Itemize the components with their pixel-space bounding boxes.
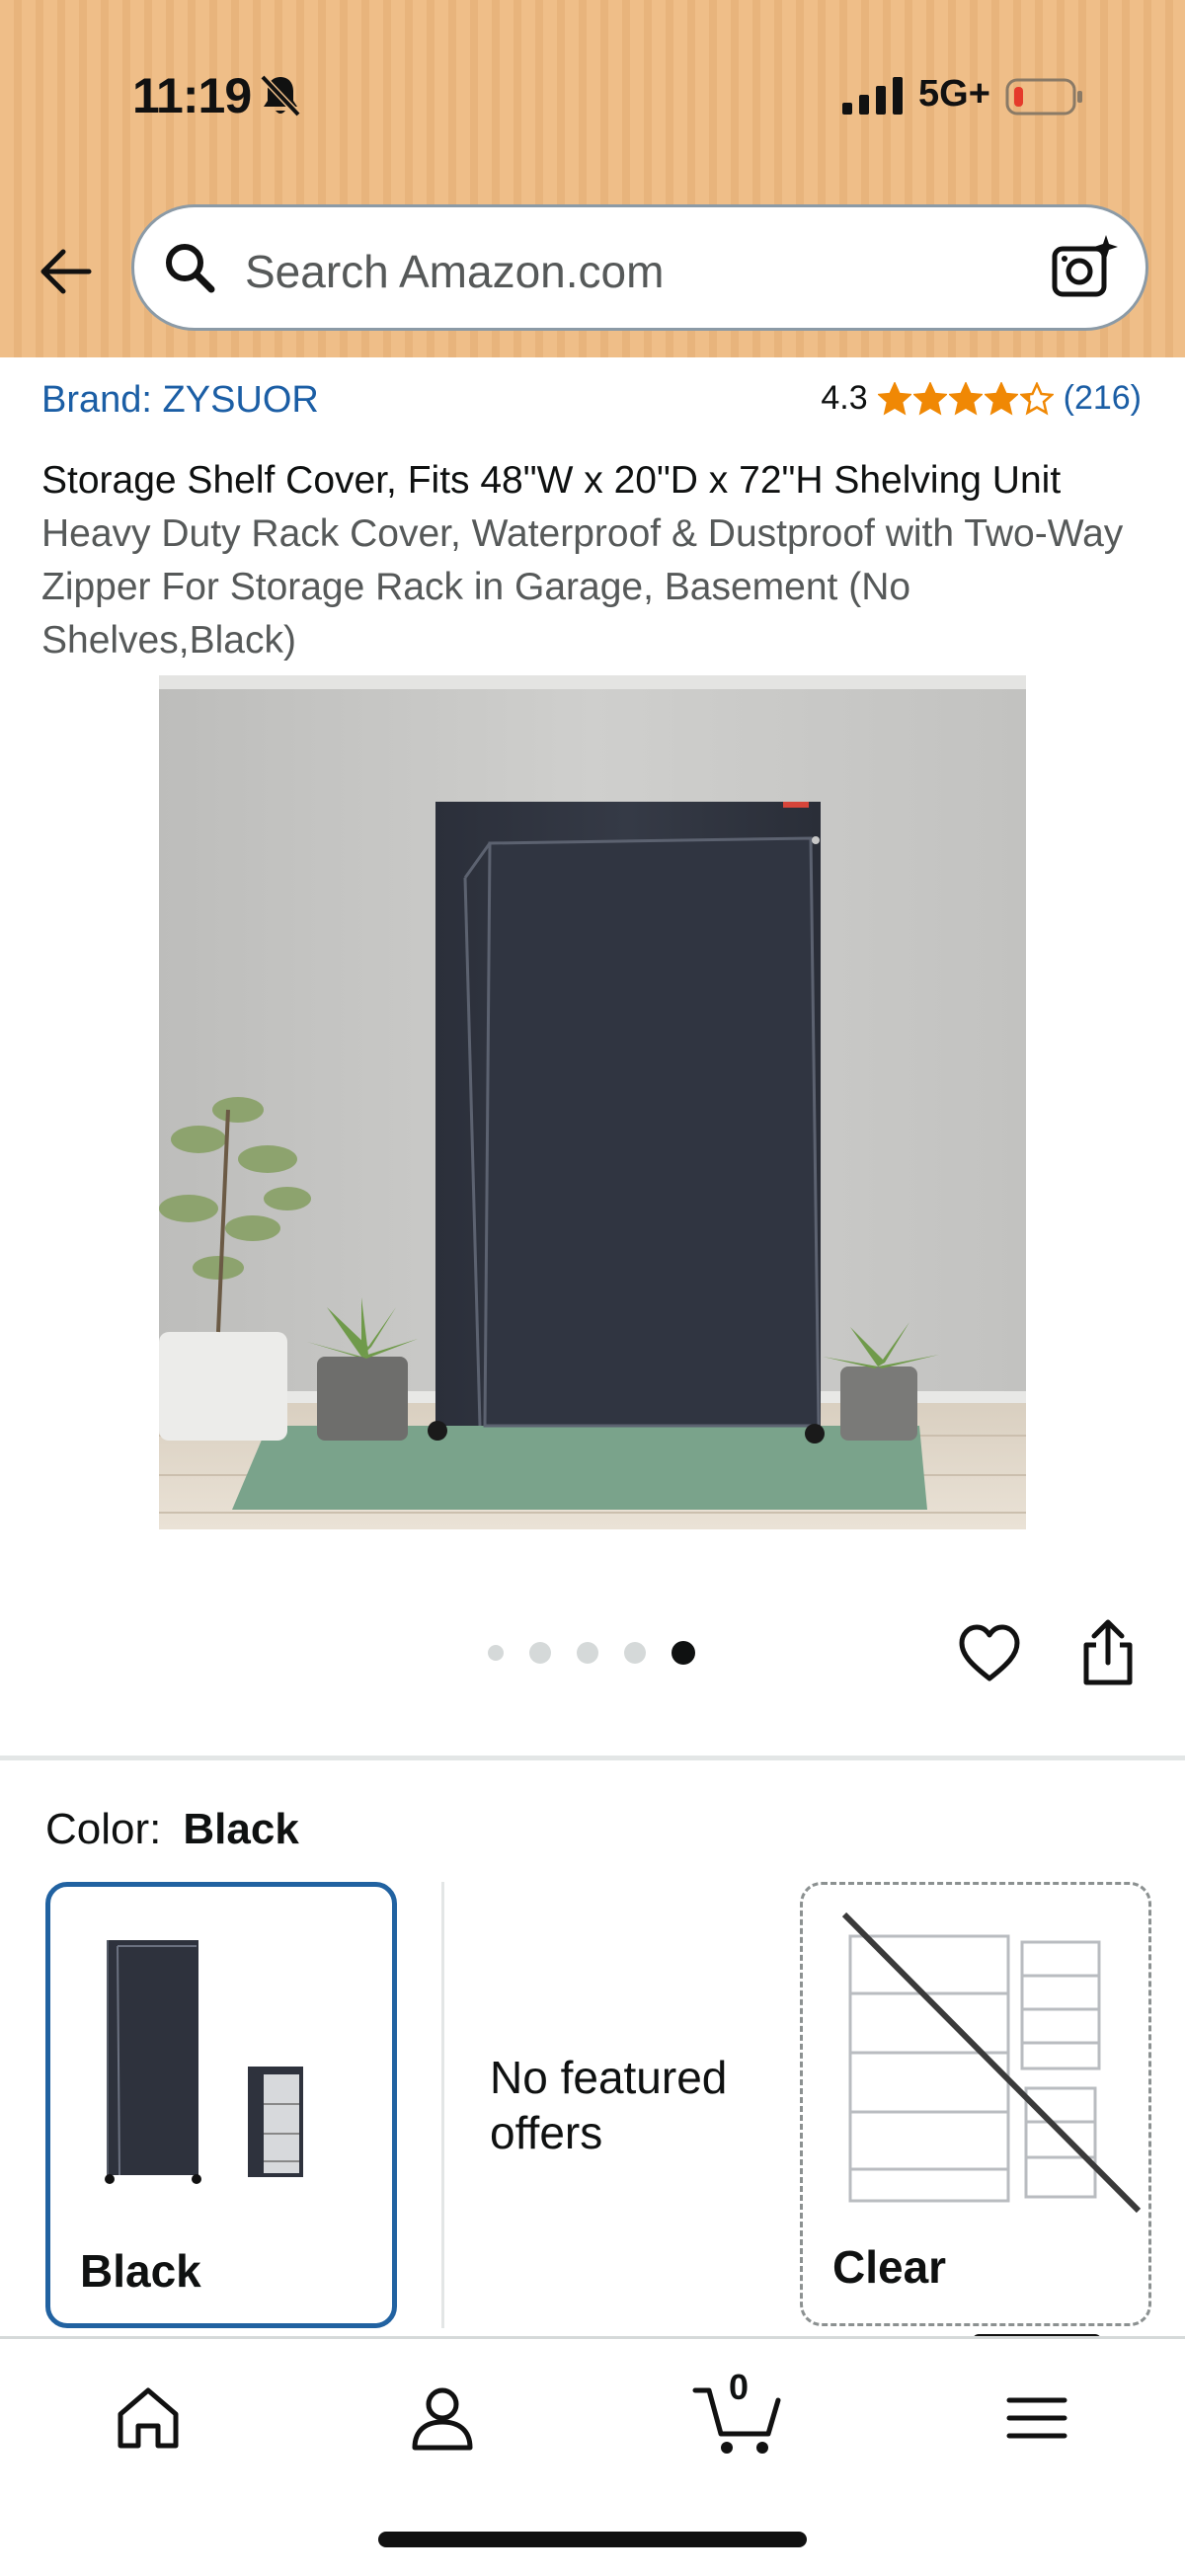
rating-count-link[interactable]: (216): [1064, 379, 1142, 418]
carousel-dots[interactable]: [488, 1641, 695, 1665]
status-time: 11:19: [132, 68, 252, 123]
share-icon[interactable]: [1078, 1619, 1138, 1686]
rating-value: 4.3: [821, 379, 868, 417]
signal-icon: [842, 77, 903, 115]
search-icon: [166, 244, 215, 293]
color-swatch-clear[interactable]: Clear: [800, 1882, 1151, 2326]
heart-icon[interactable]: [958, 1623, 1021, 1684]
battery-icon: [1005, 78, 1082, 116]
rating[interactable]: 4.3 (216): [821, 379, 1142, 418]
no-featured-offers: No featured offers: [490, 2052, 728, 2158]
carousel-dot[interactable]: [577, 1642, 598, 1664]
product-subtitle: Heavy Duty Rack Cover, Waterproof & Dust…: [41, 512, 1124, 662]
rating-stars: [877, 381, 1054, 416]
home-indicator[interactable]: [378, 2532, 807, 2547]
carousel-dot[interactable]: [672, 1641, 695, 1665]
cart-count: 0: [729, 2367, 750, 2407]
color-value: Black: [183, 1805, 299, 1853]
cart-button[interactable]: 0: [691, 2367, 790, 2459]
star-icon: [948, 381, 983, 416]
color-label-text: Color:: [45, 1805, 162, 1853]
color-label: Color: Black: [45, 1805, 299, 1854]
color-swatch-black[interactable]: Black: [45, 1882, 397, 2328]
camera-search-icon[interactable]: [1049, 233, 1118, 302]
account-icon[interactable]: [403, 2379, 482, 2458]
product-title: Storage Shelf Cover, Fits 48"W x 20"D x …: [41, 459, 1062, 502]
back-arrow-icon[interactable]: [36, 242, 95, 301]
carousel-dot[interactable]: [624, 1642, 646, 1664]
swatch-label-black: Black: [80, 2245, 201, 2297]
black-cover-thumbnail: [105, 1940, 303, 2184]
swatch-label-clear: Clear: [832, 2241, 947, 2293]
header: 11:19 5G+ Search Amazon.com: [0, 0, 1185, 357]
carousel-dot[interactable]: [529, 1642, 551, 1664]
menu-icon[interactable]: [997, 2379, 1076, 2458]
search-input[interactable]: Search Amazon.com: [245, 245, 664, 298]
star-icon: [984, 381, 1018, 416]
brand-link[interactable]: Brand: ZYSUOR: [41, 379, 319, 422]
section-divider: [0, 1756, 1185, 1760]
carousel-dot[interactable]: [488, 1645, 504, 1661]
star-icon: [877, 381, 911, 416]
network-type: 5G+: [918, 73, 990, 115]
bell-muted-icon: [260, 74, 301, 117]
swatch-divider: [441, 1882, 444, 2328]
product-image[interactable]: [159, 675, 1026, 1529]
search-bar[interactable]: Search Amazon.com: [131, 204, 1148, 331]
star-icon: [912, 381, 947, 416]
home-icon[interactable]: [109, 2379, 188, 2458]
star-icon: [1019, 381, 1054, 416]
clear-cover-thumbnail: [841, 1912, 1142, 2214]
